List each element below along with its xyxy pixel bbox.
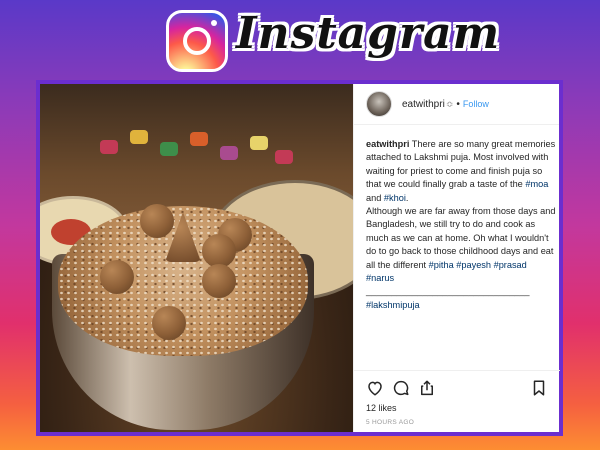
sweet-ball <box>202 234 236 268</box>
post-header: eatwithpri ≎ • Follow <box>354 84 559 125</box>
share-icon[interactable] <box>418 379 436 397</box>
post-sidebar: eatwithpri ≎ • Follow eatwithpri There a… <box>353 84 560 432</box>
separator: • <box>456 98 460 110</box>
selector-icon: ≎ <box>445 98 454 109</box>
hashtag-moa[interactable]: #moa <box>525 179 548 189</box>
instagram-banner: Instagram <box>0 0 600 80</box>
post-actions: 12 likes 5 HOURS AGO <box>354 370 560 432</box>
caption-divider: ________________________________ <box>366 286 530 297</box>
follow-button[interactable]: Follow <box>463 99 489 109</box>
post-timestamp: 5 HOURS AGO <box>366 419 415 426</box>
caption-author[interactable]: eatwithpri <box>366 139 409 149</box>
hashtag-khoi[interactable]: #khoi <box>384 193 406 203</box>
sweet-ball <box>140 204 174 238</box>
sweet-ball <box>100 260 134 294</box>
heart-icon[interactable] <box>366 379 384 397</box>
instagram-post: eatwithpri ≎ • Follow eatwithpri There a… <box>40 84 560 432</box>
comment-icon[interactable] <box>392 379 410 397</box>
hashtag-pitha[interactable]: #pitha <box>429 260 454 270</box>
bookmark-icon[interactable] <box>530 379 548 397</box>
hashtag-prasad[interactable]: #prasad <box>494 260 527 270</box>
sweet-ball <box>202 264 236 298</box>
post-caption: eatwithpri There are so many great memor… <box>366 139 556 310</box>
avatar[interactable] <box>366 91 392 117</box>
post-photo[interactable] <box>40 84 353 432</box>
likes-count[interactable]: 12 likes <box>366 403 397 413</box>
brand-name: Instagram <box>236 8 501 59</box>
hashtag-lakshmipuja[interactable]: #lakshmipuja <box>366 300 420 310</box>
hashtag-narus[interactable]: #narus <box>366 273 394 283</box>
sweet-ball <box>152 306 186 340</box>
instagram-logo-icon <box>166 10 228 72</box>
hashtag-payesh[interactable]: #payesh <box>456 260 491 270</box>
username[interactable]: eatwithpri <box>402 99 445 110</box>
